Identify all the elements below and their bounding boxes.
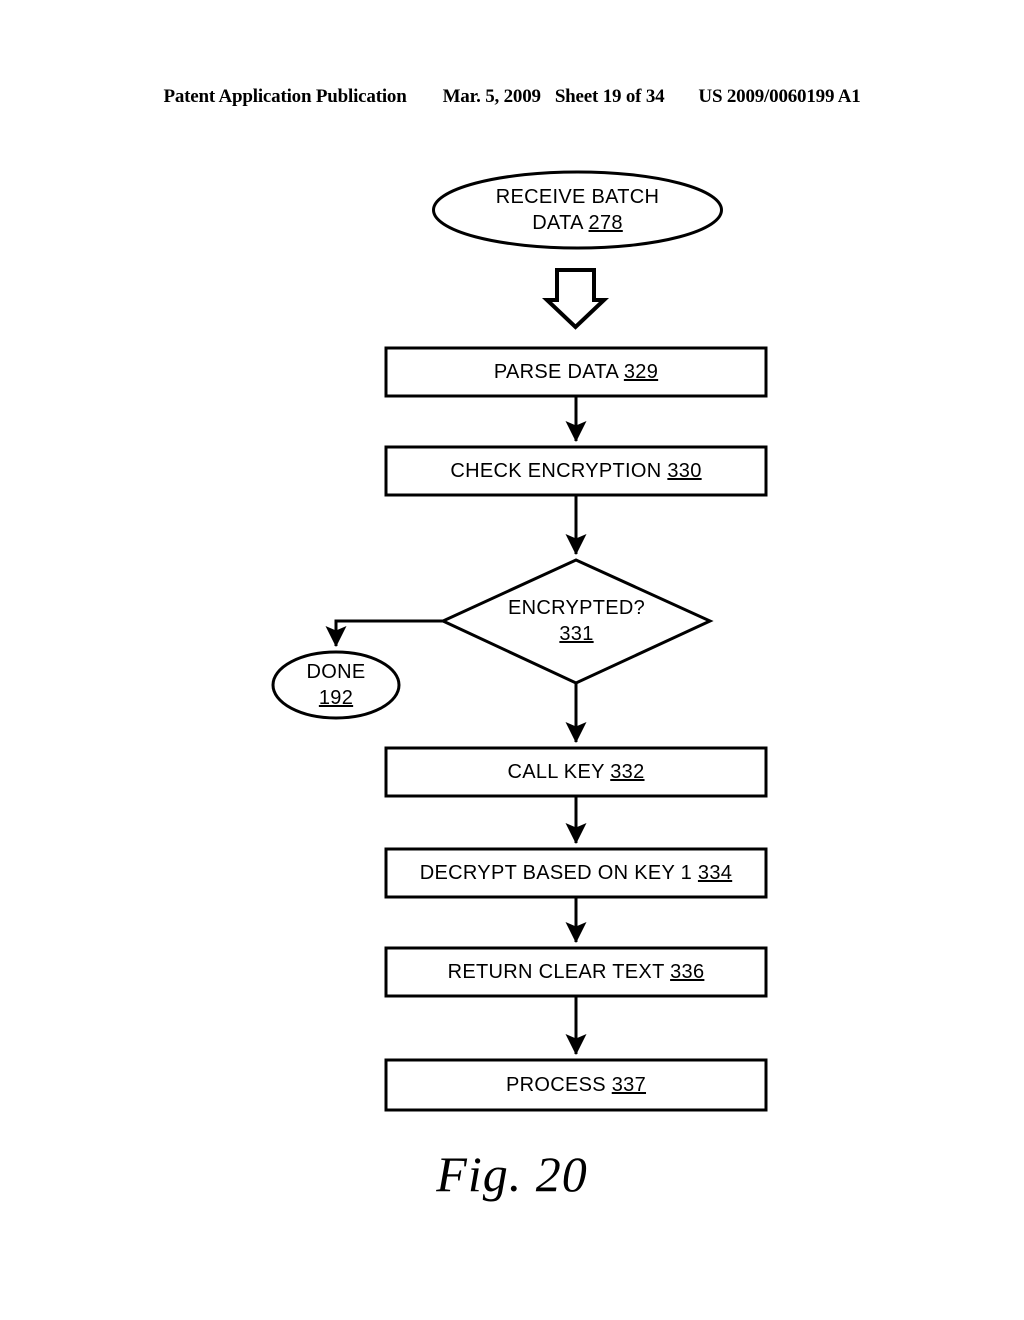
node-shape-call-key	[384, 746, 768, 798]
node-shape-return-clear-text	[384, 946, 768, 998]
connector-encrypted-to-done	[325, 619, 443, 648]
flowchart-canvas	[271, 170, 768, 1112]
node-shape-check-encryption	[384, 445, 768, 497]
node-shape-encrypted-decision	[439, 558, 714, 685]
node-shape-process	[384, 1058, 768, 1112]
node-shape-receive-batch-data	[432, 170, 723, 250]
flowchart-diagram: RECEIVE BATCH DATA 278 PARSE DATA 329 CH…	[0, 0, 1024, 1320]
figure-caption: Fig. 20	[436, 1146, 588, 1202]
node-shape-done	[271, 650, 401, 720]
node-shape-decrypt-based-on-key-1	[384, 847, 768, 899]
connector-receive-to-parse	[541, 268, 610, 330]
node-shape-parse-data	[384, 346, 768, 398]
